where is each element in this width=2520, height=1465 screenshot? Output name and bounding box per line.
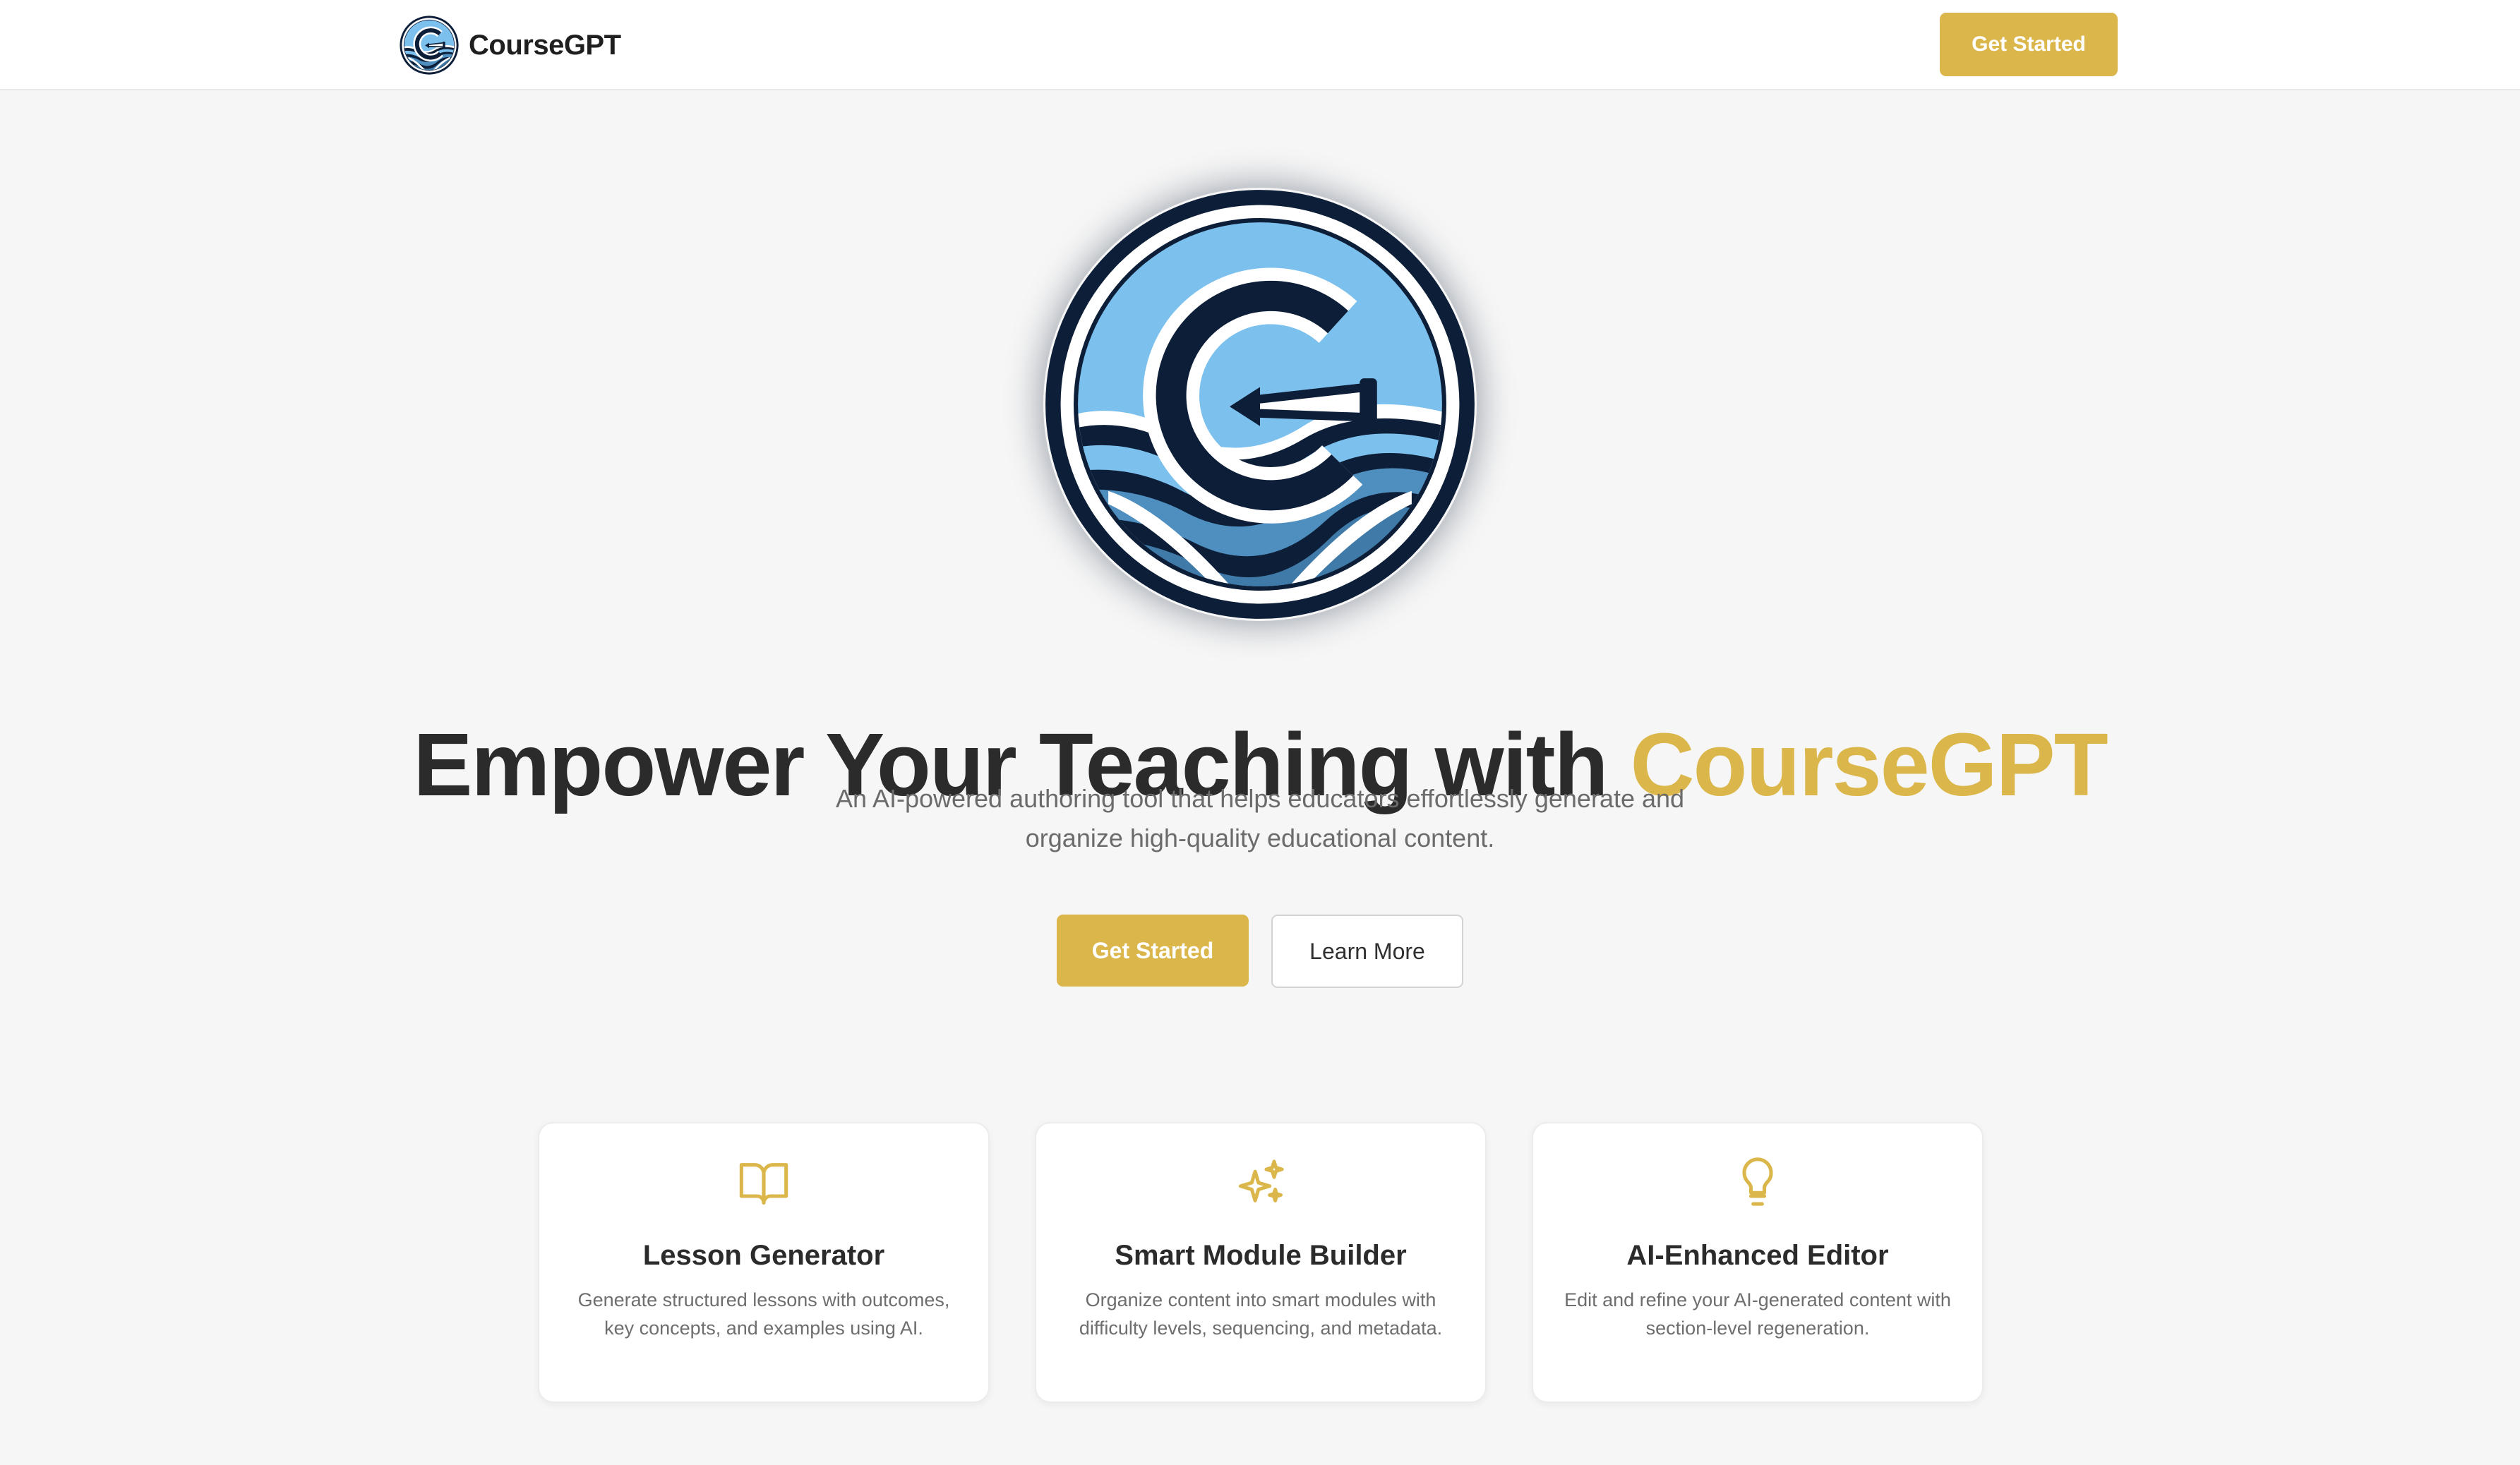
features-section: Lesson Generator Generate structured les… [538,1122,1984,1403]
coursegpt-logo-icon [400,16,459,75]
feature-card-smart-module-builder: Smart Module Builder Organize content in… [1035,1122,1487,1403]
feature-description: Edit and refine your AI-generated conten… [1564,1289,1951,1339]
get-started-button[interactable]: Get Started [1057,915,1249,987]
feature-card-lesson-generator: Lesson Generator Generate structured les… [538,1122,990,1403]
lightbulb-icon [1742,1157,1773,1206]
brand[interactable]: CourseGPT [400,16,621,75]
feature-card-ai-enhanced-editor: AI-Enhanced Editor Edit and refine your … [1532,1122,1984,1403]
book-open-icon [739,1163,788,1205]
hero-logo [1043,188,1477,621]
sparkles-icon [1238,1159,1284,1202]
site-header: CourseGPT Get Started [0,0,2520,90]
feature-title: Lesson Generator [642,1240,885,1271]
feature-title: AI-Enhanced Editor [1626,1240,1889,1271]
learn-more-button[interactable]: Learn More [1271,915,1463,988]
feature-title: Smart Module Builder [1115,1240,1407,1271]
hero-subtitle: An AI-powered authoring tool that helps … [835,784,1685,852]
header-get-started-button[interactable]: Get Started [1940,13,2118,76]
brand-name: CourseGPT [469,29,621,61]
feature-description: Organize content into smart modules with… [1079,1289,1443,1339]
feature-description: Generate structured lessons with outcome… [577,1289,950,1339]
hero-actions: Get Started Learn More [0,915,2520,988]
coursegpt-logo-icon [1043,188,1477,621]
